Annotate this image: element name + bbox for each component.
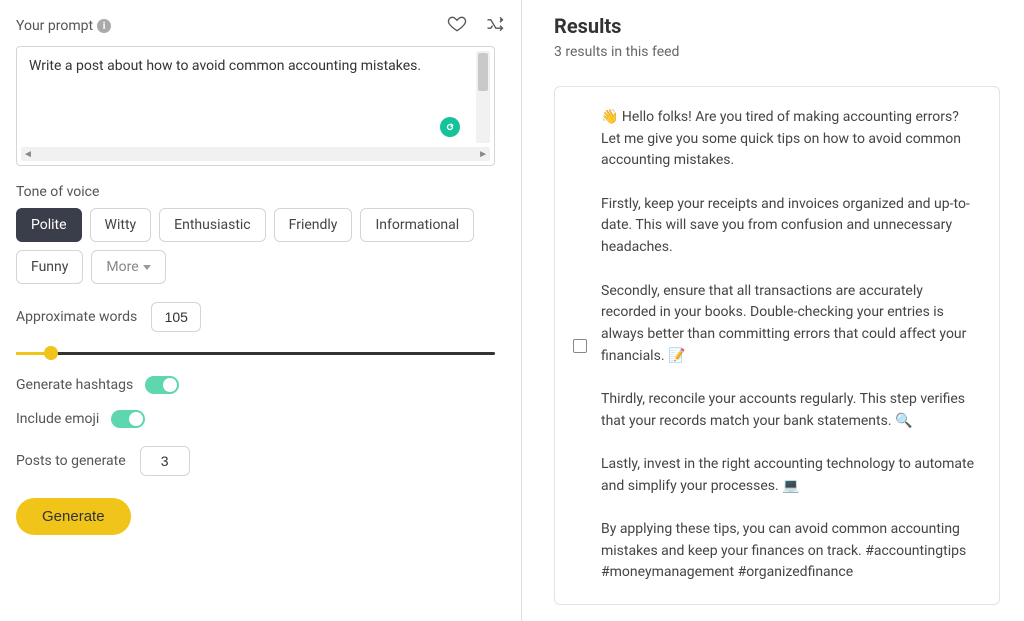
posts-input[interactable] bbox=[140, 446, 190, 476]
shuffle-icon[interactable] bbox=[485, 14, 505, 38]
result-checkbox[interactable] bbox=[573, 339, 587, 353]
hashtags-label: Generate hashtags bbox=[16, 377, 133, 393]
prompt-text: Write a post about how to avoid common a… bbox=[29, 57, 482, 77]
hashtags-toggle[interactable] bbox=[145, 376, 179, 394]
heart-icon[interactable] bbox=[447, 14, 467, 38]
prompt-label: Your prompt bbox=[16, 18, 93, 34]
result-text: 👋 Hello folks! Are you tired of making a… bbox=[601, 107, 975, 584]
generate-button[interactable]: Generate bbox=[16, 498, 131, 535]
prompt-textarea[interactable]: Write a post about how to avoid common a… bbox=[16, 46, 495, 166]
prompt-hscroll[interactable]: ◄► bbox=[21, 147, 490, 161]
tone-polite[interactable]: Polite bbox=[16, 208, 82, 242]
tone-witty[interactable]: Witty bbox=[90, 208, 152, 242]
tone-funny[interactable]: Funny bbox=[16, 250, 83, 284]
approx-words-label: Approximate words bbox=[16, 309, 137, 325]
tone-more-label: More bbox=[106, 259, 138, 275]
chevron-down-icon bbox=[143, 265, 151, 270]
tone-options: Polite Witty Enthusiastic Friendly Infor… bbox=[16, 208, 505, 284]
approx-words-slider[interactable] bbox=[16, 346, 495, 360]
tone-label: Tone of voice bbox=[16, 184, 505, 200]
results-subtitle: 3 results in this feed bbox=[554, 44, 1000, 60]
grammarly-icon[interactable] bbox=[440, 117, 460, 137]
approx-words-input[interactable] bbox=[151, 302, 201, 332]
results-title: Results bbox=[554, 14, 1000, 38]
info-icon[interactable]: i bbox=[97, 19, 111, 33]
slider-thumb[interactable] bbox=[44, 346, 58, 360]
prompt-vscroll[interactable] bbox=[476, 51, 490, 143]
result-card: 👋 Hello folks! Are you tired of making a… bbox=[554, 86, 1000, 605]
emoji-label: Include emoji bbox=[16, 411, 99, 427]
tone-friendly[interactable]: Friendly bbox=[274, 208, 353, 242]
emoji-toggle[interactable] bbox=[111, 410, 145, 428]
tone-more[interactable]: More bbox=[91, 250, 165, 284]
posts-label: Posts to generate bbox=[16, 453, 126, 469]
tone-enthusiastic[interactable]: Enthusiastic bbox=[159, 208, 265, 242]
tone-informational[interactable]: Informational bbox=[360, 208, 474, 242]
